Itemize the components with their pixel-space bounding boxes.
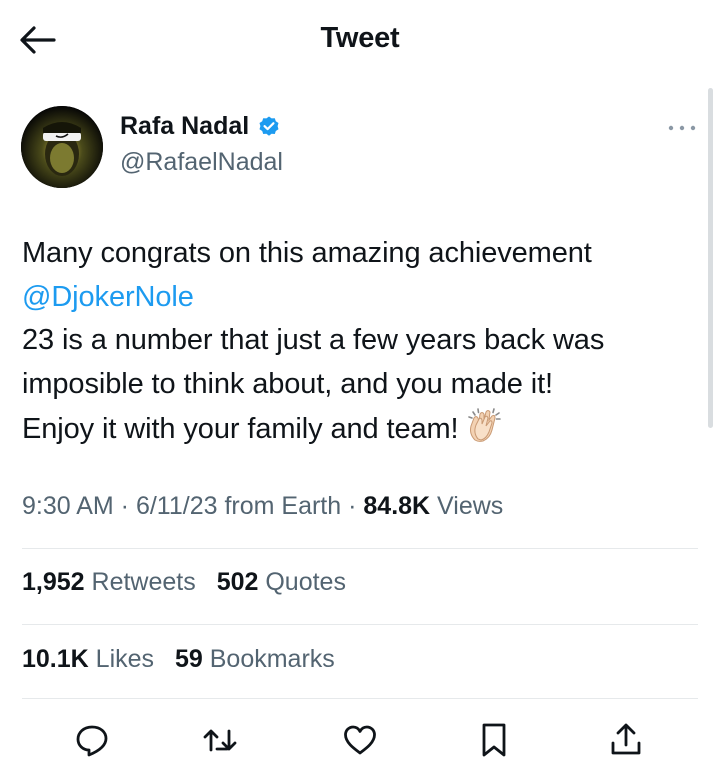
divider bbox=[22, 624, 698, 625]
views-count: 84.8K bbox=[363, 492, 431, 520]
share-icon bbox=[611, 723, 641, 755]
bookmark-button[interactable] bbox=[474, 720, 514, 760]
verified-badge-icon bbox=[259, 116, 279, 136]
tweet-line: 23 is a number that just a few years bac… bbox=[22, 324, 605, 356]
scrollbar[interactable] bbox=[708, 88, 713, 428]
header-bar: Tweet bbox=[0, 0, 720, 84]
author-name[interactable]: Rafa Nadal bbox=[120, 112, 281, 141]
more-options-button[interactable] bbox=[664, 118, 700, 138]
quotes-count: 502 bbox=[216, 568, 259, 596]
engagement-stats: 10.1K Likes 59 Bookmarks bbox=[22, 645, 349, 674]
quotes-label: Quotes bbox=[258, 568, 346, 596]
bookmarks-label: Bookmarks bbox=[202, 645, 335, 673]
tweet-line: Many congrats on this amazing achievemen… bbox=[22, 237, 592, 269]
share-button[interactable] bbox=[606, 720, 646, 760]
retweets-count: 1,952 bbox=[22, 568, 85, 596]
mention-link[interactable]: @DjokerNole bbox=[22, 281, 194, 313]
profile-photo bbox=[21, 106, 103, 188]
tweet-time: 9:30 AM bbox=[22, 492, 114, 520]
clapping-hands-emoji bbox=[465, 406, 503, 458]
tweet-line: Enjoy it with your family and team! bbox=[22, 413, 459, 445]
page-title: Tweet bbox=[320, 22, 400, 54]
reply-icon bbox=[76, 725, 108, 757]
tweet-date: 6/11/23 bbox=[135, 492, 218, 520]
retweets-label: Retweets bbox=[84, 568, 196, 596]
retweets-stat[interactable]: 1,952 Retweets bbox=[22, 568, 196, 596]
likes-label: Likes bbox=[88, 645, 155, 673]
avatar[interactable] bbox=[21, 106, 103, 188]
divider bbox=[22, 698, 698, 699]
action-bar bbox=[0, 720, 720, 764]
tweet-line: imposible to think about, and you made i… bbox=[22, 367, 554, 400]
bookmarks-count: 59 bbox=[174, 645, 203, 673]
likes-count: 10.1K bbox=[22, 645, 89, 673]
reply-button[interactable] bbox=[72, 720, 112, 760]
like-button[interactable] bbox=[340, 720, 380, 760]
bookmarks-stat[interactable]: 59 Bookmarks bbox=[175, 645, 335, 673]
tweet-meta: 9:30 AM · 6/11/23 from Earth · 84.8K Vie… bbox=[22, 492, 504, 520]
divider bbox=[22, 548, 698, 549]
tweet-text: Many congrats on this amazing achievemen… bbox=[22, 232, 692, 458]
quotes-stat[interactable]: 502 Quotes bbox=[217, 568, 346, 596]
bookmark-icon bbox=[482, 723, 506, 757]
author-name-text: Rafa Nadal bbox=[120, 112, 250, 140]
more-horizontal-icon bbox=[668, 125, 696, 131]
tweet-detail-screen: Tweet Rafa Nadal @RafaelNadal Many congr… bbox=[0, 0, 720, 778]
tweet-source: from Earth bbox=[217, 492, 342, 520]
author-handle[interactable]: @RafaelNadal bbox=[120, 148, 283, 177]
retweet-icon bbox=[203, 729, 237, 752]
likes-stat[interactable]: 10.1K Likes bbox=[22, 645, 154, 673]
like-icon bbox=[344, 725, 376, 755]
views-label: Views bbox=[430, 492, 504, 520]
retweet-button[interactable] bbox=[200, 720, 240, 760]
repost-stats: 1,952 Retweets 502 Quotes bbox=[22, 568, 360, 597]
